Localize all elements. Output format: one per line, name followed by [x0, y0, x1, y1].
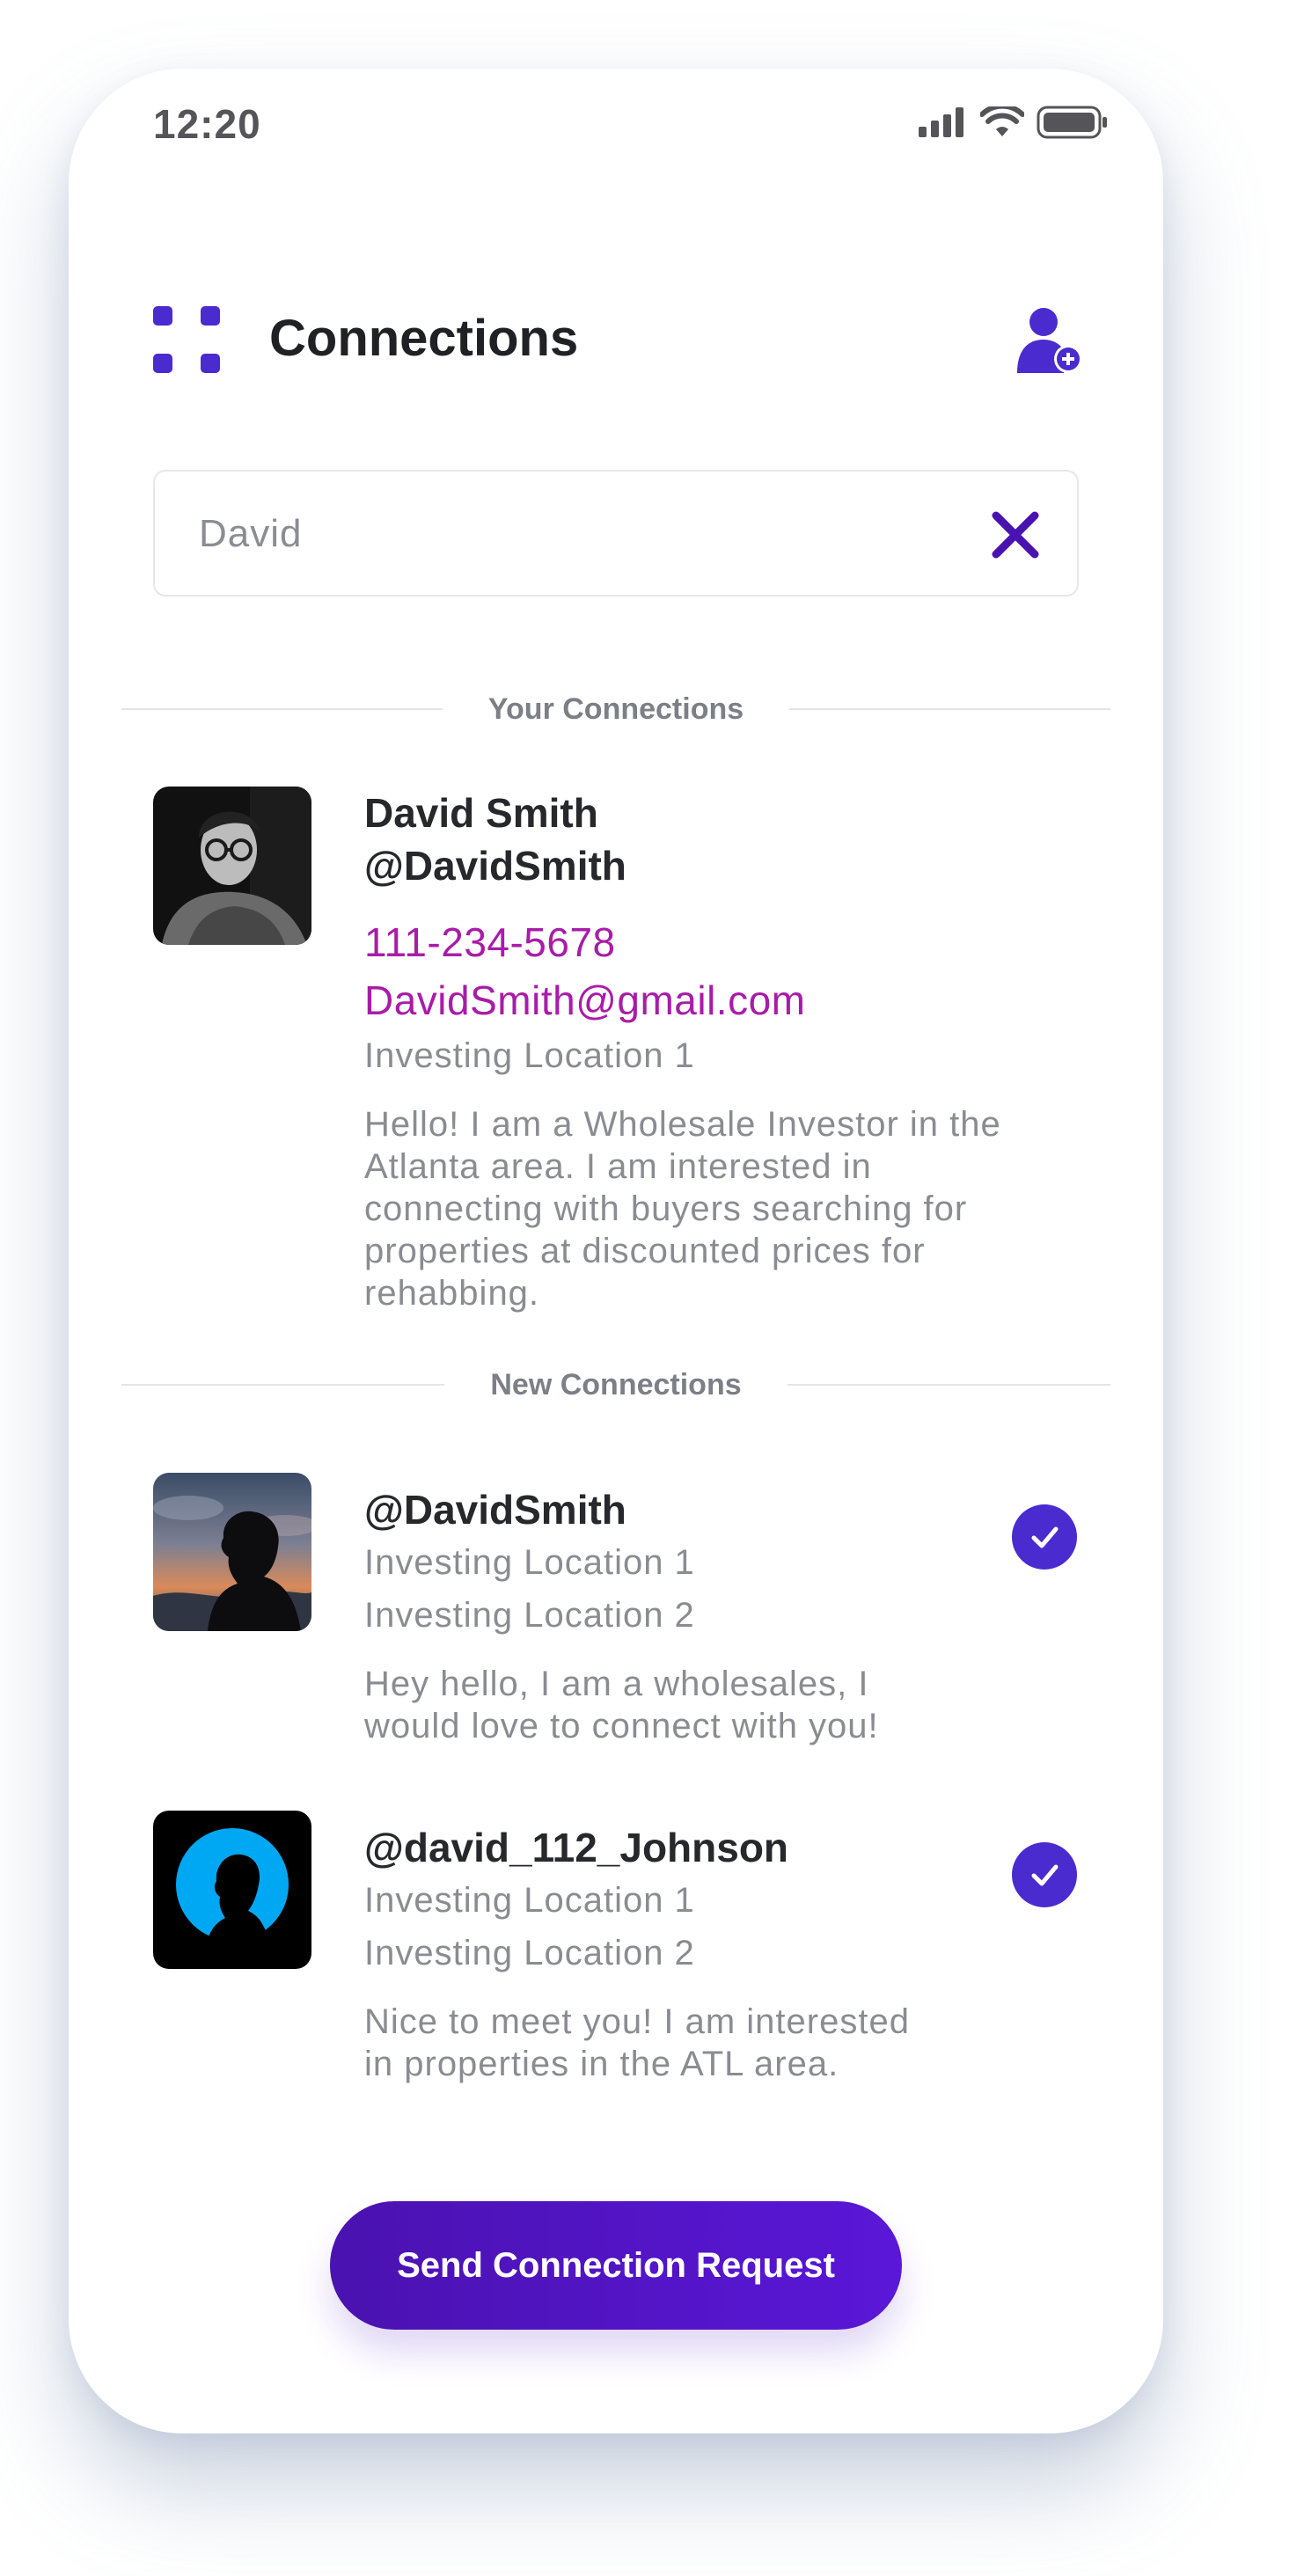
investing-location: Investing Location 2: [364, 1596, 695, 1635]
section-label: New Connections: [490, 1367, 742, 1401]
status-time: 12:20: [153, 101, 261, 147]
investing-location: Investing Location 1: [364, 1881, 695, 1920]
investing-location: Investing Location 2: [364, 1934, 695, 1972]
bio-line: Hey hello, I am a wholesales, I: [364, 1665, 869, 1703]
select-checkbox[interactable]: [1012, 1504, 1077, 1570]
bio-text: Nice to meet you! I am interested in pro…: [364, 2001, 1068, 2085]
investing-location: Investing Location 1: [364, 1036, 695, 1075]
battery-icon: [1037, 106, 1109, 143]
divider-line: [121, 708, 443, 710]
clear-search-button[interactable]: [989, 509, 1042, 561]
new-connection-details: @david_112_Johnson Investing Location 1 …: [364, 1825, 1068, 2085]
avatar-david-smith[interactable]: [153, 787, 311, 945]
divider-line: [789, 708, 1111, 710]
section-label: Your Connections: [487, 692, 744, 726]
contact-name: David Smith: [364, 790, 598, 836]
contact-email-link[interactable]: DavidSmith@gmail.com: [364, 971, 1068, 1029]
section-new-connections: New Connections: [121, 1367, 1110, 1402]
add-user-button[interactable]: [1014, 304, 1084, 375]
new-connection-handle: @david_112_Johnson: [364, 1825, 789, 1870]
bio-line: Atlanta area. I am interested in: [364, 1147, 872, 1186]
grid-menu-icon[interactable]: [153, 306, 220, 373]
cellular-signal-icon: [919, 107, 968, 142]
bio-line: Nice to meet you! I am interested: [364, 2002, 910, 2041]
close-icon: [992, 511, 1039, 559]
new-connection-details: @DavidSmith Investing Location 1 Investi…: [364, 1487, 1068, 1747]
contact-phone-link[interactable]: 111-234-5678: [364, 913, 1068, 971]
add-user-icon: [1017, 308, 1082, 373]
status-icons: [919, 103, 1109, 143]
bio-line: Hello! I am a Wholesale Investor in the: [364, 1105, 1001, 1144]
divider-line: [787, 1384, 1110, 1386]
investing-location: Investing Location 1: [364, 1543, 695, 1582]
new-connection-handle: @DavidSmith: [364, 1487, 626, 1533]
bio-text: Hey hello, I am a wholesales, I would lo…: [364, 1663, 1068, 1747]
bio-line: connecting with buyers searching for: [364, 1189, 968, 1228]
bio-line: would love to connect with you!: [364, 1707, 879, 1745]
section-your-connections: Your Connections: [121, 692, 1111, 727]
contact-handle: @DavidSmith: [364, 843, 626, 889]
bio-line: properties at discounted prices for: [364, 1232, 926, 1270]
bio-line: rehabbing.: [364, 1274, 540, 1313]
phone-screen: 12:20 Connections David Your Connections…: [69, 69, 1163, 2433]
connection-details: David Smith @DavidSmith 111-234-5678 Dav…: [364, 787, 1068, 1314]
select-checkbox[interactable]: [1012, 1842, 1077, 1907]
bio-text: Hello! I am a Wholesale Investor in the …: [364, 1103, 1068, 1314]
wifi-icon: [979, 103, 1025, 143]
avatar-davidsmith[interactable]: [153, 1473, 311, 1631]
avatar-david-112-johnson[interactable]: [153, 1811, 311, 1969]
bio-line: in properties in the ATL area.: [364, 2045, 839, 2083]
page-title: Connections: [269, 310, 579, 367]
check-icon: [1031, 1526, 1059, 1548]
search-box: [153, 470, 1079, 596]
check-icon: [1031, 1864, 1059, 1886]
search-input[interactable]: [197, 503, 954, 565]
divider-line: [121, 1384, 445, 1386]
send-connection-request-button[interactable]: Send Connection Request: [330, 2201, 902, 2330]
